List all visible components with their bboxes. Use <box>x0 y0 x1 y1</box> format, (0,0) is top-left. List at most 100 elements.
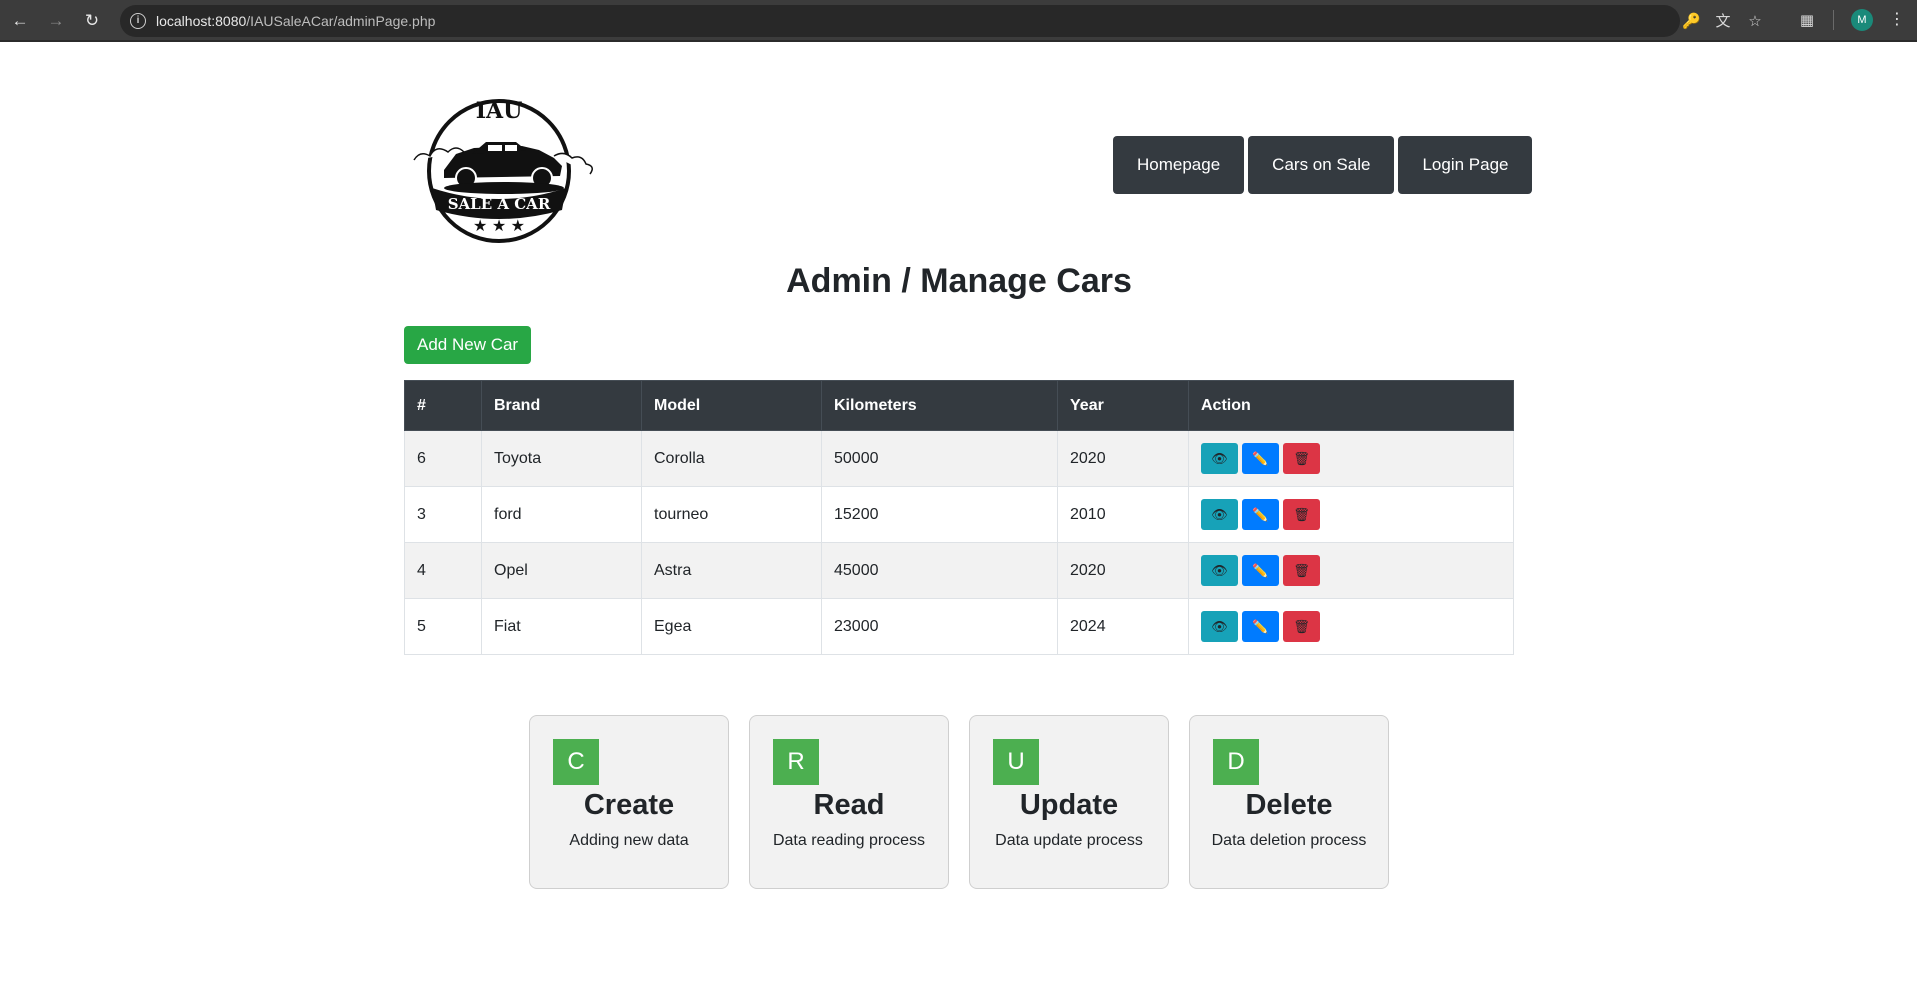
cell-id: 4 <box>404 542 482 599</box>
pencil-icon: ✏️ <box>1252 507 1269 522</box>
edit-button[interactable]: ✏️ <box>1242 499 1279 530</box>
cell-actions: 👁 ✏️ 🗑 <box>1188 598 1514 655</box>
table-row: 4 Opel Astra 45000 2020 👁 ✏️ 🗑 <box>404 542 1514 599</box>
table-row: 6 Toyota Corolla 50000 2020 👁 ✏️ 🗑 <box>404 430 1514 487</box>
view-button[interactable]: 👁 <box>1201 443 1238 474</box>
nav-homepage[interactable]: Homepage <box>1113 136 1245 194</box>
address-bar[interactable]: i localhost:8080/IAUSaleACar/adminPage.p… <box>120 5 1762 37</box>
delete-button[interactable]: 🗑 <box>1283 443 1320 474</box>
cell-brand: Opel <box>481 542 642 599</box>
cell-year: 2020 <box>1057 430 1189 487</box>
wastebasket-icon: 🗑 <box>1293 563 1310 578</box>
main-navigation: Homepage Cars on Sale Login Page <box>1113 136 1533 194</box>
cell-kilometers: 23000 <box>821 598 1058 655</box>
card-title: Delete <box>1245 789 1333 821</box>
star-icon[interactable]: ☆ <box>1746 13 1764 31</box>
eye-icon: 👁 <box>1211 451 1228 466</box>
header-action: Action <box>1188 380 1514 431</box>
site-info-icon[interactable]: i <box>130 13 146 29</box>
card-letter-badge: U <box>993 739 1039 785</box>
card-delete: D Delete Data deletion process <box>1189 715 1389 889</box>
cell-year: 2020 <box>1057 542 1189 599</box>
toolbar-divider <box>1833 10 1834 30</box>
card-description: Data update process <box>995 832 1143 849</box>
card-update: U Update Data update process <box>969 715 1169 889</box>
reload-icon[interactable]: ↻ <box>80 9 104 33</box>
cell-model: Egea <box>641 598 822 655</box>
card-description: Data reading process <box>772 832 926 849</box>
logo-banner-text: SALE A CAR <box>448 195 551 213</box>
cell-kilometers: 15200 <box>821 486 1058 543</box>
edit-button[interactable]: ✏️ <box>1242 611 1279 642</box>
cell-kilometers: 45000 <box>821 542 1058 599</box>
pencil-icon: ✏️ <box>1252 563 1269 578</box>
card-title: Read <box>813 789 885 821</box>
card-read: R Read Data reading process <box>749 715 949 889</box>
cell-year: 2010 <box>1057 486 1189 543</box>
card-title: Create <box>583 789 675 821</box>
eye-icon: 👁 <box>1211 507 1228 522</box>
card-description: Adding new data <box>569 832 689 849</box>
cell-id: 6 <box>404 430 482 487</box>
cell-brand: Toyota <box>481 430 642 487</box>
add-new-car-button[interactable]: Add New Car <box>404 326 532 364</box>
extensions-icon[interactable]: ▦ <box>1798 12 1816 30</box>
cell-model: tourneo <box>641 486 822 543</box>
eye-icon: 👁 <box>1211 563 1228 578</box>
back-arrow-icon[interactable]: ← <box>8 9 32 33</box>
cell-actions: 👁 ✏️ 🗑 <box>1188 486 1514 543</box>
url-text[interactable]: localhost:8080/IAUSaleACar/adminPage.php <box>156 13 435 29</box>
delete-button[interactable]: 🗑 <box>1283 499 1320 530</box>
edit-button[interactable]: ✏️ <box>1242 555 1279 586</box>
card-create: C Create Adding new data <box>529 715 729 889</box>
header-model: Model <box>641 380 822 431</box>
card-title: Update <box>1019 789 1119 821</box>
delete-button[interactable]: 🗑 <box>1283 611 1320 642</box>
table-header-row: # Brand Model Kilometers Year Action <box>404 380 1514 431</box>
cell-model: Corolla <box>641 430 822 487</box>
header-kilometers: Kilometers <box>821 380 1058 431</box>
table-row: 3 ford tourneo 15200 2010 👁 ✏️ 🗑 <box>404 486 1514 543</box>
cell-brand: ford <box>481 486 642 543</box>
view-button[interactable]: 👁 <box>1201 499 1238 530</box>
wastebasket-icon: 🗑 <box>1293 507 1310 522</box>
delete-button[interactable]: 🗑 <box>1283 555 1320 586</box>
logo-stars: ★ ★ ★ <box>473 218 525 235</box>
table-row: 5 Fiat Egea 23000 2024 👁 ✏️ 🗑 <box>404 598 1514 655</box>
cars-table: # Brand Model Kilometers Year Action 6 T… <box>404 380 1514 655</box>
view-button[interactable]: 👁 <box>1201 555 1238 586</box>
cell-model: Astra <box>641 542 822 599</box>
header-year: Year <box>1057 380 1189 431</box>
browser-toolbar: ← → ↻ i localhost:8080/IAUSaleACar/admin… <box>0 0 1917 42</box>
cell-kilometers: 50000 <box>821 430 1058 487</box>
more-menu-icon[interactable]: ⋮ <box>1889 9 1905 31</box>
forward-arrow-icon[interactable]: → <box>44 9 68 33</box>
eye-icon: 👁 <box>1211 619 1228 634</box>
cell-year: 2024 <box>1057 598 1189 655</box>
url-host: localhost:8080 <box>156 13 247 29</box>
page-title: Admin / Manage Cars <box>786 262 1132 300</box>
nav-cars-on-sale[interactable]: Cars on Sale <box>1248 136 1395 194</box>
cell-actions: 👁 ✏️ 🗑 <box>1188 542 1514 599</box>
cell-id: 5 <box>404 598 482 655</box>
nav-login-page[interactable]: Login Page <box>1398 136 1533 194</box>
crud-cards: C Create Adding new data R Read Data rea… <box>529 715 1389 889</box>
card-description: Data deletion process <box>1211 832 1367 849</box>
card-letter-badge: C <box>553 739 599 785</box>
logo-top-text: IAU <box>476 98 523 124</box>
cell-brand: Fiat <box>481 598 642 655</box>
translate-icon[interactable]: 文 <box>1714 13 1732 31</box>
profile-avatar[interactable]: M <box>1851 9 1873 31</box>
cell-actions: 👁 ✏️ 🗑 <box>1188 430 1514 487</box>
edit-button[interactable]: ✏️ <box>1242 443 1279 474</box>
header-id: # <box>404 380 482 431</box>
cell-id: 3 <box>404 486 482 543</box>
url-path: /IAUSaleACar/adminPage.php <box>246 13 436 29</box>
key-icon[interactable]: 🔑 <box>1682 13 1701 31</box>
pencil-icon: ✏️ <box>1252 451 1269 466</box>
wastebasket-icon: 🗑 <box>1293 619 1310 634</box>
card-letter-badge: R <box>773 739 819 785</box>
view-button[interactable]: 👁 <box>1201 611 1238 642</box>
header-brand: Brand <box>481 380 642 431</box>
iau-sale-a-car-logo[interactable]: IAU SALE A CAR ★ ★ ★ <box>404 88 604 243</box>
